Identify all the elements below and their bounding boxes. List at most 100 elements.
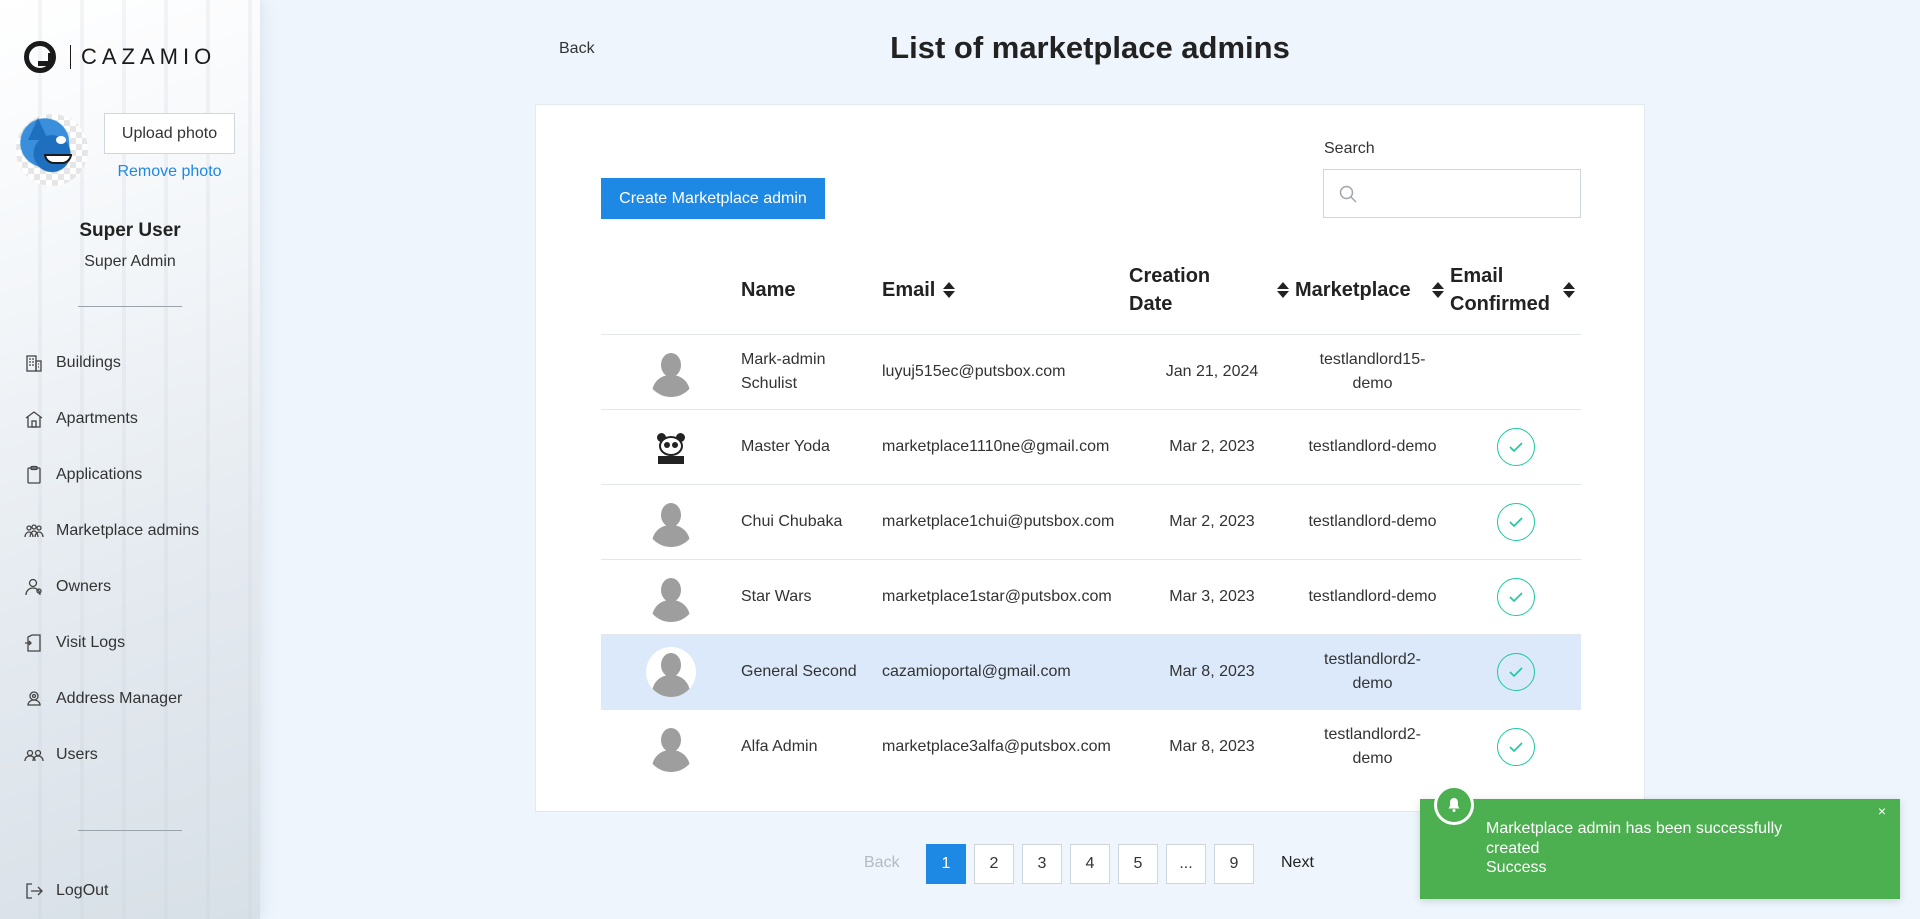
- bell-icon: [1434, 785, 1474, 825]
- cazamio-logo-icon: [24, 41, 56, 73]
- cell-name: Master Yoda: [741, 409, 882, 485]
- header-creation-date-label: Creation Date: [1129, 265, 1211, 316]
- sort-icon[interactable]: [1432, 282, 1444, 299]
- remove-photo-link[interactable]: Remove photo: [104, 163, 235, 181]
- cell-marketplace-text: testlandlord15-demo: [1319, 350, 1426, 392]
- search-icon: [1339, 185, 1357, 203]
- header-email[interactable]: Email: [882, 247, 1129, 335]
- table-header-row: Name Email Creation Date Marketplace Ema…: [601, 247, 1581, 335]
- user-avatar-placeholder-icon: [646, 646, 696, 697]
- user-avatar-placeholder-icon: [646, 572, 696, 622]
- panda-avatar-icon: [654, 430, 688, 464]
- cell-confirmed: [1450, 409, 1581, 485]
- user-avatar-placeholder-icon: [646, 347, 696, 397]
- table-row[interactable]: Chui Chubaka marketplace1chui@putsbox.co…: [601, 484, 1581, 560]
- cell-date: Mar 3, 2023: [1129, 559, 1295, 635]
- user-avatar-placeholder-icon: [646, 722, 696, 772]
- sidebar-item-label: Marketplace admins: [56, 522, 200, 539]
- search-field[interactable]: [1323, 169, 1581, 218]
- brand-logo[interactable]: CAZAMIO: [24, 41, 216, 73]
- sidebar-item-users[interactable]: Users: [24, 740, 98, 770]
- cell-email: cazamioportal@gmail.com: [882, 634, 1129, 710]
- search-input[interactable]: [1368, 170, 1573, 217]
- cell-email: marketplace1chui@putsbox.com: [882, 484, 1129, 560]
- page-title: List of marketplace admins: [890, 30, 1290, 65]
- header-email-confirmed[interactable]: Email Confirmed: [1450, 247, 1581, 335]
- home-icon: [24, 409, 44, 429]
- search-label: Search: [1324, 140, 1375, 157]
- cell-name: Chui Chubaka: [741, 484, 882, 560]
- upload-photo-button[interactable]: Upload photo: [104, 113, 235, 154]
- header-marketplace-label: Marketplace: [1295, 279, 1411, 302]
- logo-divider: [70, 45, 71, 69]
- create-marketplace-admin-button[interactable]: Create Marketplace admin: [601, 178, 825, 219]
- users-icon: [24, 745, 44, 765]
- admins-table: Name Email Creation Date Marketplace Ema…: [601, 247, 1581, 784]
- user-name: Super User: [79, 220, 181, 241]
- pagination-back-button[interactable]: Back: [864, 854, 900, 872]
- cell-confirmed: [1450, 634, 1581, 710]
- cell-marketplace: testlandlord2-demo: [1295, 634, 1450, 710]
- page-button-9[interactable]: 9: [1214, 844, 1254, 884]
- sidebar-divider-bottom: [78, 830, 182, 831]
- check-icon: [1496, 427, 1535, 466]
- table-row[interactable]: Star Wars marketplace1star@putsbox.com M…: [601, 559, 1581, 635]
- brand-name: CAZAMIO: [81, 44, 217, 69]
- page-button-1[interactable]: 1: [926, 844, 966, 884]
- toast-close-icon[interactable]: ×: [1878, 803, 1886, 819]
- page-button-2[interactable]: 2: [974, 844, 1014, 884]
- sidebar-item-visit-logs[interactable]: Visit Logs: [24, 628, 125, 658]
- table-row[interactable]: Alfa Admin marketplace3alfa@putsbox.com …: [601, 709, 1581, 784]
- table-row[interactable]: Mark-admin Schulist luyuj515ec@putsbox.c…: [601, 334, 1581, 410]
- header-marketplace[interactable]: Marketplace: [1295, 247, 1450, 335]
- cell-email: marketplace3alfa@putsbox.com: [882, 737, 1111, 755]
- table-row-selected[interactable]: General Second cazamioportal@gmail.com M…: [601, 634, 1581, 710]
- cell-marketplace-text: testlandlord2-demo: [1324, 725, 1421, 767]
- logout-button[interactable]: LogOut: [24, 876, 108, 906]
- page-button-3[interactable]: 3: [1022, 844, 1062, 884]
- sidebar-item-label: Owners: [56, 578, 112, 595]
- cell-marketplace-text: testlandlord2-demo: [1324, 650, 1421, 692]
- page-button-4[interactable]: 4: [1070, 844, 1110, 884]
- sidebar-item-apartments[interactable]: Apartments: [24, 404, 138, 434]
- header-email-label: Email: [882, 279, 936, 302]
- owner-icon: [24, 577, 44, 597]
- cell-date: Jan 21, 2024: [1129, 334, 1295, 410]
- sidebar-item-applications[interactable]: Applications: [24, 460, 142, 490]
- sidebar: CAZAMIO Upload photo Remove photo Super …: [0, 0, 260, 919]
- sidebar-item-buildings[interactable]: Buildings: [24, 348, 121, 378]
- clipboard-icon: [24, 465, 44, 485]
- logout-label: LogOut: [56, 882, 109, 899]
- sidebar-item-owners[interactable]: Owners: [24, 572, 111, 602]
- cell-name: Mark-admin Schulist: [741, 334, 882, 410]
- location-icon: [24, 689, 44, 709]
- cell-marketplace: testlandlord15-demo: [1295, 334, 1450, 410]
- cell-marketplace: testlandlord-demo: [1295, 559, 1450, 635]
- cell-confirmed: [1450, 709, 1581, 784]
- header-email-confirmed-label: Email Confirmed: [1450, 265, 1550, 316]
- door-icon: [24, 633, 44, 653]
- cell-marketplace: testlandlord-demo: [1295, 409, 1450, 485]
- sort-icon[interactable]: [943, 282, 956, 299]
- header-creation-date[interactable]: Creation Date: [1129, 247, 1295, 335]
- sidebar-item-label: Buildings: [56, 354, 121, 371]
- page-ellipsis[interactable]: ...: [1166, 844, 1206, 884]
- user-avatar-placeholder-icon: [646, 497, 696, 547]
- sort-icon[interactable]: [1563, 282, 1575, 299]
- sort-icon[interactable]: [1277, 282, 1289, 299]
- cell-marketplace: testlandlord2-demo: [1295, 709, 1450, 784]
- cell-marketplace: testlandlord-demo: [1295, 484, 1450, 560]
- cell-confirmed: [1450, 334, 1581, 410]
- page-button-5[interactable]: 5: [1118, 844, 1158, 884]
- table-row[interactable]: Master Yoda marketplace1110ne@gmail.com …: [601, 409, 1581, 485]
- pagination-next-button[interactable]: Next: [1281, 854, 1314, 872]
- success-toast: × Marketplace admin has been successfull…: [1420, 785, 1900, 899]
- toast-title: Success: [1486, 859, 1547, 876]
- toast-message: Marketplace admin has been successfully …: [1486, 820, 1783, 857]
- cell-name: Alfa Admin: [741, 737, 818, 755]
- sidebar-item-address-manager[interactable]: Address Manager: [24, 684, 182, 714]
- group-icon: [24, 521, 44, 541]
- shark-fin: [28, 118, 48, 140]
- cell-date: Mar 2, 2023: [1129, 484, 1295, 560]
- sidebar-item-marketplace-admins[interactable]: Marketplace admins: [24, 516, 199, 546]
